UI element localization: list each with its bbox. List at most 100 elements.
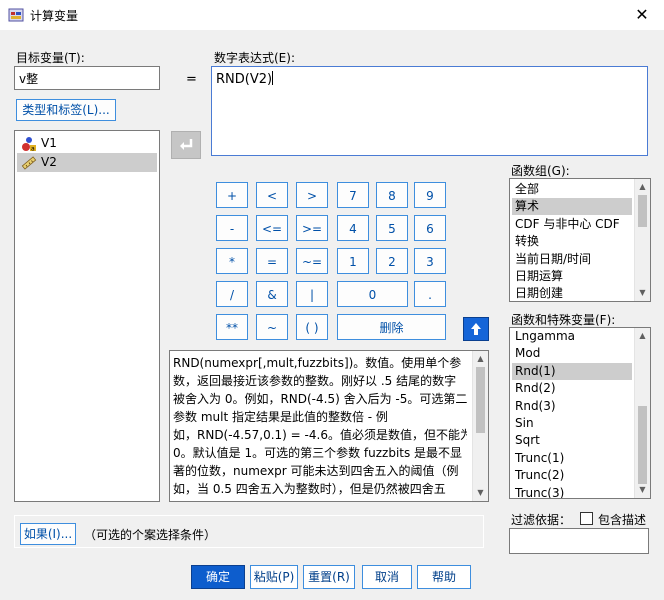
scrollbar-thumb[interactable] (476, 367, 485, 433)
filter-label: 过滤依据： (511, 513, 572, 527)
description-line: 参数 mult 指定结果是此值的整数倍 - 例 (173, 410, 388, 424)
functions-list[interactable]: Lngamma Mod Rnd(1) Rnd(2) Rnd(3) Sin Sqrt Trunc… (509, 327, 651, 499)
function-group-item[interactable]: 日期运算 (512, 268, 632, 285)
paste-button[interactable]: 粘贴(P) (250, 565, 298, 589)
keypad-button[interactable]: 4 (337, 215, 369, 241)
function-group-item[interactable]: 全部 (512, 181, 632, 198)
scrollbar-thumb[interactable] (638, 406, 647, 484)
return-arrow-icon (180, 139, 193, 150)
spss-app-icon (8, 8, 24, 22)
keypad-button[interactable]: & (256, 281, 288, 307)
if-button[interactable]: 如果(I)... (20, 523, 76, 545)
function-group-list[interactable]: 全部 算术 CDF 与非中心 CDF 转换 当前日期/时间 日期运算 日期创建 ▲ ▼ (509, 178, 651, 302)
function-item[interactable]: Rnd(2) (512, 380, 632, 397)
close-icon[interactable]: ✕ (632, 5, 652, 24)
function-group-item[interactable]: 转换 (512, 233, 632, 250)
numeric-expression-label: 数字表达式(E): (214, 51, 295, 65)
keypad-button[interactable]: 删除 (337, 314, 446, 340)
help-button[interactable]: 帮助 (417, 565, 471, 589)
function-group-item[interactable]: 算术 (512, 198, 632, 216)
variable-item-v2[interactable]: V2 (17, 153, 157, 172)
target-variable-input[interactable]: v整 (14, 66, 160, 90)
expression-text: RND(V2) (216, 72, 273, 87)
scroll-down-icon[interactable]: ▼ (635, 482, 650, 498)
keypad-button[interactable]: > (296, 182, 328, 208)
title-bar (0, 0, 664, 30)
keypad-button[interactable]: 6 (414, 215, 446, 241)
numeric-expression-input[interactable]: RND(V2) (211, 66, 648, 156)
keypad-button[interactable]: = (256, 248, 288, 274)
keypad-button[interactable]: 1 (337, 248, 369, 274)
description-line: 数，返回最接近该参数的整数。刚好以 .5 结尾的数字 (173, 374, 457, 388)
keypad-button[interactable]: 9 (414, 182, 446, 208)
keypad-button[interactable]: 8 (376, 182, 408, 208)
if-condition-text: （可选的个案选择条件） (84, 528, 217, 542)
keypad-button[interactable]: - (216, 215, 248, 241)
include-description-checkbox[interactable] (580, 512, 593, 525)
keypad-button[interactable]: <= (256, 215, 288, 241)
description-line: 0。默认值是 1。可选的第三个参数 fuzzbits 是最不显 (173, 446, 463, 460)
keypad-button[interactable]: 7 (337, 182, 369, 208)
target-variable-label: 目标变量(T): (16, 51, 85, 65)
keypad-button[interactable]: + (216, 182, 248, 208)
function-group-label: 函数组(G): (511, 164, 570, 178)
function-group-item[interactable]: 当前日期/时间 (512, 251, 632, 268)
scroll-up-icon[interactable]: ▲ (635, 179, 650, 195)
scroll-down-icon[interactable]: ▼ (473, 485, 488, 501)
nominal-variable-icon: a (22, 137, 36, 153)
function-item[interactable]: Sqrt (512, 432, 632, 449)
keypad-button[interactable]: < (256, 182, 288, 208)
function-item[interactable]: Trunc(2) (512, 467, 632, 484)
description-scrollbar[interactable]: ▲ ▼ (472, 351, 488, 501)
function-item[interactable]: Mod (512, 345, 632, 362)
keypad-button[interactable]: ** (216, 314, 248, 340)
scroll-up-icon[interactable]: ▲ (473, 351, 488, 367)
up-arrow-icon (471, 323, 481, 335)
scroll-up-icon[interactable]: ▲ (635, 328, 650, 344)
description-line: 被舍入为 0。例如，RND(-4.5) 舍入后为 -5。可选第二 (173, 392, 467, 406)
variable-item-v1[interactable]: a V1 (17, 134, 157, 153)
keypad-button[interactable]: / (216, 281, 248, 307)
keypad-button[interactable]: ( ) (296, 314, 328, 340)
keypad-button[interactable]: | (296, 281, 328, 307)
description-line: 如，当 0.5 四舍五入为整数时），但是仍然被四舍五 (173, 482, 446, 496)
move-to-expression-button[interactable] (171, 131, 201, 159)
function-item[interactable]: Rnd(3) (512, 398, 632, 415)
function-item[interactable]: Sin (512, 415, 632, 432)
function-group-scrollbar[interactable]: ▲ ▼ (634, 179, 650, 301)
window-title: 计算变量 (30, 9, 79, 23)
scrollbar-thumb[interactable] (638, 195, 647, 227)
variable-list[interactable]: a V1 V2 (14, 130, 160, 502)
keypad-button[interactable]: * (216, 248, 248, 274)
function-group-item[interactable]: CDF 与非中心 CDF (512, 216, 632, 233)
function-item[interactable]: Rnd(1) (512, 362, 632, 380)
keypad-button[interactable]: 2 (376, 248, 408, 274)
equals-sign: = (186, 72, 197, 87)
functions-scrollbar[interactable]: ▲ ▼ (634, 328, 650, 498)
filter-input[interactable] (509, 528, 649, 554)
scale-variable-icon (21, 156, 37, 170)
keypad-button[interactable]: 5 (376, 215, 408, 241)
type-and-label-button[interactable]: 类型和标签(L)... (16, 99, 116, 121)
keypad-button[interactable]: ~= (296, 248, 328, 274)
move-up-button[interactable] (463, 317, 489, 341)
function-group-item[interactable]: 日期创建 (512, 285, 632, 301)
function-item[interactable]: Trunc(3) (512, 485, 632, 498)
keypad-button[interactable]: >= (296, 215, 328, 241)
keypad-button[interactable]: . (414, 281, 446, 307)
keypad-button[interactable]: 0 (337, 281, 408, 307)
cancel-button[interactable]: 取消 (362, 565, 412, 589)
function-item[interactable]: Trunc(1) (512, 450, 632, 467)
keypad-button[interactable]: ~ (256, 314, 288, 340)
svg-text:a: a (31, 146, 35, 153)
functions-label: 函数和特殊变量(F): (511, 313, 616, 327)
function-item[interactable]: Lngamma (512, 328, 632, 345)
description-line: RND(numexpr[,mult,fuzzbits])。数值。使用单个参 (173, 356, 462, 370)
text-caret (272, 71, 274, 85)
description-line: 如，RND(-4.57,0.1) = -4.6。值必须是数值，但不能为 (173, 428, 467, 442)
keypad-button[interactable]: 3 (414, 248, 446, 274)
ok-button[interactable]: 确定 (191, 565, 245, 589)
reset-button[interactable]: 重置(R) (303, 565, 355, 589)
include-description-label: 包含描述 (598, 513, 647, 527)
scroll-down-icon[interactable]: ▼ (635, 285, 650, 301)
